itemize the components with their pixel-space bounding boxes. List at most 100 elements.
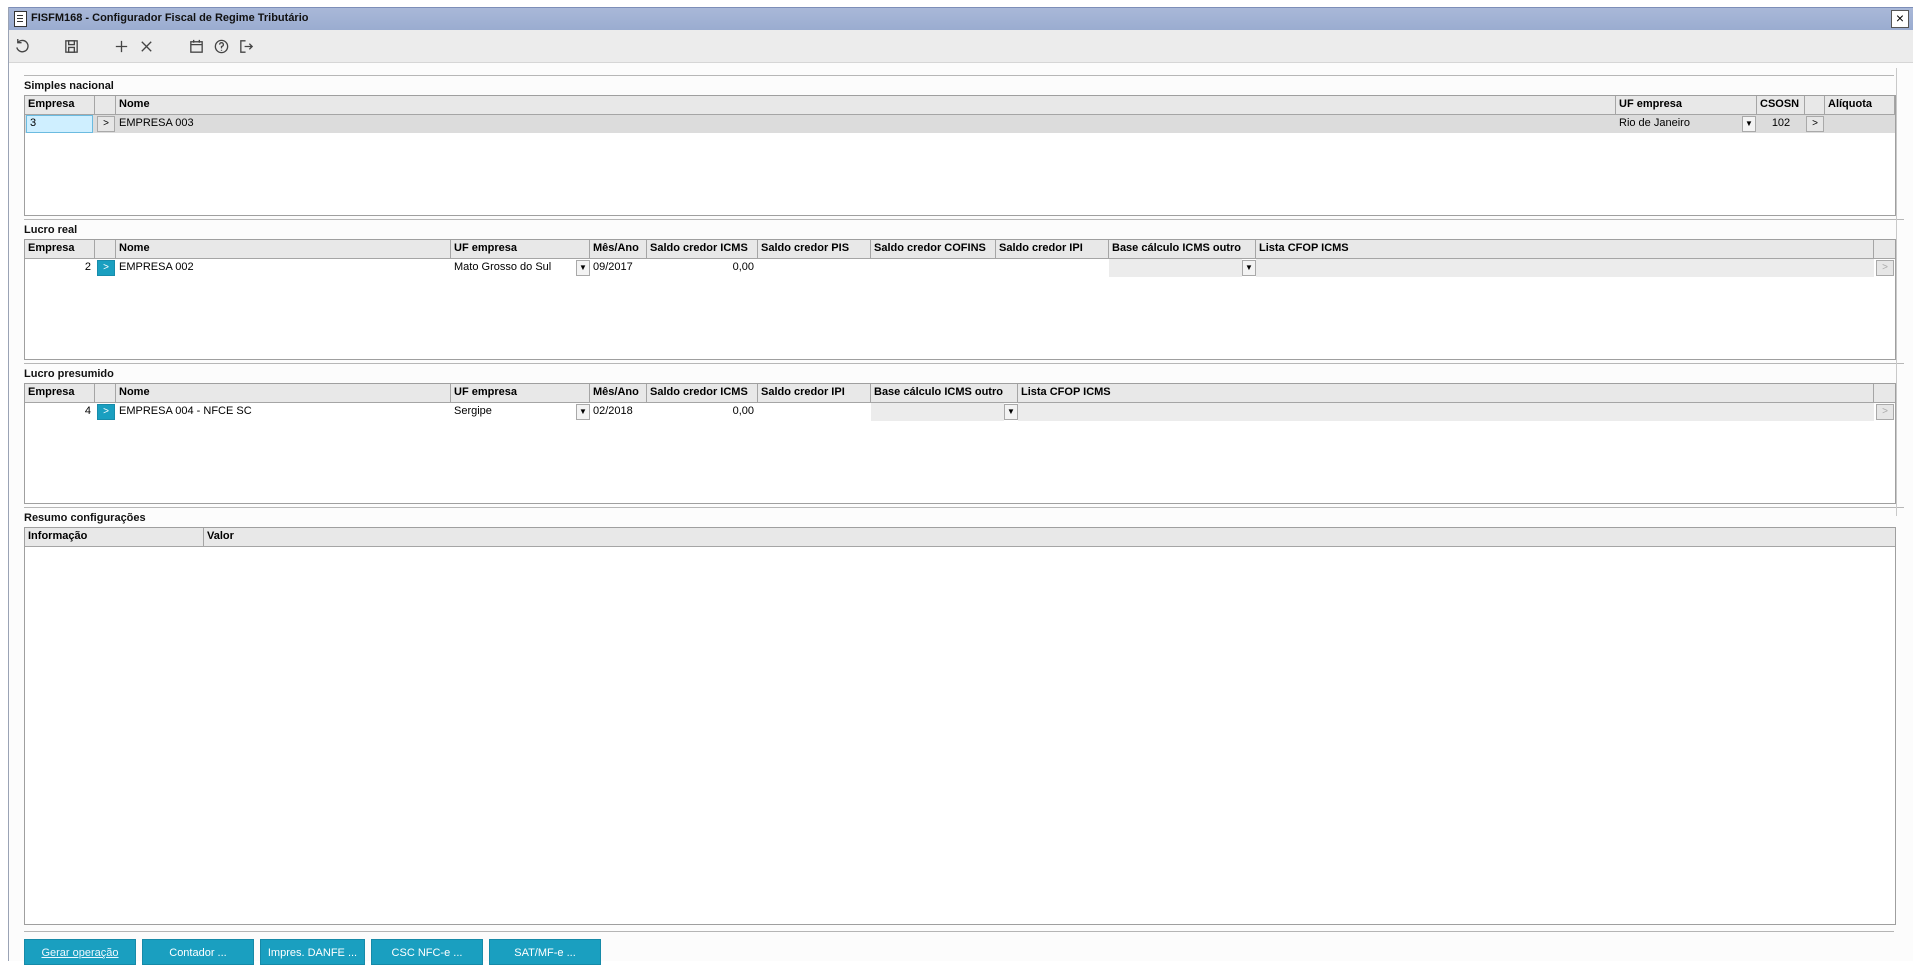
col-empresa[interactable]: Empresa <box>25 384 95 402</box>
col-uf[interactable]: UF empresa <box>451 240 590 258</box>
col-pis[interactable]: Saldo credor PIS <box>758 240 871 258</box>
lookup-button[interactable]: > <box>97 260 115 276</box>
add-icon[interactable] <box>111 36 131 56</box>
icms-cell[interactable]: 0,00 <box>647 259 758 277</box>
presumido-grid: Empresa Nome UF empresa Mês/Ano Saldo cr… <box>24 383 1896 504</box>
cfop-cell[interactable] <box>1018 403 1874 421</box>
table-row[interactable]: 4 > EMPRESA 004 - NFCE SC Sergipe ▼ 02/2… <box>25 403 1895 421</box>
col-cfop[interactable]: Lista CFOP ICMS <box>1256 240 1874 258</box>
mesano-cell[interactable]: 09/2017 <box>590 259 647 277</box>
pis-cell[interactable] <box>758 259 871 277</box>
ipi-cell[interactable] <box>758 403 871 421</box>
empresa-input[interactable]: 3 <box>26 115 93 133</box>
exit-icon[interactable] <box>236 36 256 56</box>
close-button[interactable]: × <box>1891 10 1909 28</box>
chevron-down-icon[interactable]: ▼ <box>1742 116 1756 132</box>
col-btn <box>95 384 116 402</box>
col-nome[interactable]: Nome <box>116 96 1616 114</box>
icms-cell[interactable]: 0,00 <box>647 403 758 421</box>
undo-icon[interactable] <box>12 36 32 56</box>
table-row[interactable]: 3 > EMPRESA 003 Rio de Janeiro ▼ 102 > <box>25 115 1895 133</box>
real-grid: Empresa Nome UF empresa Mês/Ano Saldo cr… <box>24 239 1896 360</box>
gerar-operacao-button[interactable]: Gerar operação <box>24 939 136 965</box>
resumo-grid: Informação Valor <box>24 527 1896 925</box>
cfop-lookup-button[interactable]: > <box>1876 260 1894 276</box>
simples-title: Simples nacional <box>24 80 114 92</box>
uf-select[interactable]: Rio de Janeiro <box>1616 115 1741 133</box>
chevron-down-icon[interactable]: ▼ <box>576 404 590 420</box>
col-nome[interactable]: Nome <box>116 384 451 402</box>
resumo-title: Resumo configurações <box>24 512 146 524</box>
base-select[interactable] <box>871 403 1004 421</box>
col-aliquota[interactable]: Alíquota <box>1825 96 1895 114</box>
simples-grid: Empresa Nome UF empresa CSOSN Alíquota 3… <box>24 95 1896 216</box>
col-mesano[interactable]: Mês/Ano <box>590 240 647 258</box>
lookup-button[interactable]: > <box>97 404 115 420</box>
resumo-section: Resumo configurações Informação Valor <box>24 507 1904 927</box>
mesano-cell[interactable]: 02/2018 <box>590 403 647 421</box>
title-bar: FISFM168 - Configurador Fiscal de Regime… <box>9 7 1913 30</box>
real-title: Lucro real <box>24 224 78 236</box>
col-btn <box>95 96 116 114</box>
col-informacao[interactable]: Informação <box>25 528 204 546</box>
base-select[interactable] <box>1109 259 1242 277</box>
col-empresa[interactable]: Empresa <box>25 96 95 114</box>
presumido-title: Lucro presumido <box>24 368 114 380</box>
col-btn <box>95 240 116 258</box>
col-end <box>1874 384 1895 402</box>
scrollbar[interactable] <box>1896 68 1907 516</box>
col-ipi[interactable]: Saldo credor IPI <box>996 240 1109 258</box>
simples-section: Simples nacional Empresa Nome UF empresa… <box>24 75 1896 225</box>
col-valor[interactable]: Valor <box>204 528 1895 546</box>
col-uf[interactable]: UF empresa <box>451 384 590 402</box>
presumido-section: Lucro presumido Empresa Nome UF empresa … <box>24 363 1904 513</box>
impres-danfe-button[interactable]: Impres. DANFE ... <box>260 939 365 965</box>
delete-icon[interactable] <box>136 36 156 56</box>
chevron-down-icon[interactable]: ▼ <box>1004 404 1018 420</box>
csosn-lookup-button[interactable]: > <box>1806 116 1824 132</box>
grid-header: Empresa Nome UF empresa Mês/Ano Saldo cr… <box>25 240 1895 259</box>
nome-cell: EMPRESA 003 <box>119 117 194 129</box>
col-btn2 <box>1805 96 1825 114</box>
col-end <box>1874 240 1895 258</box>
table-row[interactable]: 2 > EMPRESA 002 Mato Grosso do Sul ▼ 09/… <box>25 259 1895 277</box>
save-icon[interactable] <box>61 36 81 56</box>
nome-cell: EMPRESA 002 <box>119 261 194 273</box>
col-mesano[interactable]: Mês/Ano <box>590 384 647 402</box>
help-icon[interactable] <box>211 36 231 56</box>
col-cofins[interactable]: Saldo credor COFINS <box>871 240 996 258</box>
sat-mfe-button[interactable]: SAT/MF-e ... <box>489 939 601 965</box>
col-base[interactable]: Base cálculo ICMS outro <box>1109 240 1256 258</box>
real-section: Lucro real Empresa Nome UF empresa Mês/A… <box>24 219 1904 369</box>
csc-nfce-button[interactable]: CSC NFC-e ... <box>371 939 483 965</box>
lookup-button[interactable]: > <box>97 116 115 132</box>
cfop-lookup-button[interactable]: > <box>1876 404 1894 420</box>
col-uf[interactable]: UF empresa <box>1616 96 1757 114</box>
uf-select[interactable]: Mato Grosso do Sul <box>451 259 575 277</box>
toolbar <box>9 30 1913 63</box>
csosn-cell[interactable]: 102 <box>1757 115 1805 133</box>
col-cfop[interactable]: Lista CFOP ICMS <box>1018 384 1874 402</box>
contador-button[interactable]: Contador ... <box>142 939 254 965</box>
chevron-down-icon[interactable]: ▼ <box>1242 260 1256 276</box>
uf-select[interactable]: Sergipe <box>451 403 575 421</box>
col-csosn[interactable]: CSOSN <box>1757 96 1805 114</box>
chevron-down-icon[interactable]: ▼ <box>576 260 590 276</box>
col-icms[interactable]: Saldo credor ICMS <box>647 384 758 402</box>
col-icms[interactable]: Saldo credor ICMS <box>647 240 758 258</box>
empresa-cell[interactable]: 4 <box>25 403 95 421</box>
ipi-cell[interactable] <box>996 259 1109 277</box>
col-empresa[interactable]: Empresa <box>25 240 95 258</box>
col-base[interactable]: Base cálculo ICMS outro <box>871 384 1018 402</box>
cfop-cell[interactable] <box>1256 259 1874 277</box>
empresa-cell[interactable]: 2 <box>25 259 95 277</box>
nome-cell: EMPRESA 004 - NFCE SC <box>119 405 252 417</box>
grid-header: Empresa Nome UF empresa Mês/Ano Saldo cr… <box>25 384 1895 403</box>
aliquota-cell[interactable] <box>1825 115 1895 133</box>
document-icon <box>14 11 27 27</box>
cofins-cell[interactable] <box>871 259 996 277</box>
grid-header: Informação Valor <box>25 528 1895 547</box>
col-nome[interactable]: Nome <box>116 240 451 258</box>
col-ipi[interactable]: Saldo credor IPI <box>758 384 871 402</box>
calendar-icon[interactable] <box>186 36 206 56</box>
